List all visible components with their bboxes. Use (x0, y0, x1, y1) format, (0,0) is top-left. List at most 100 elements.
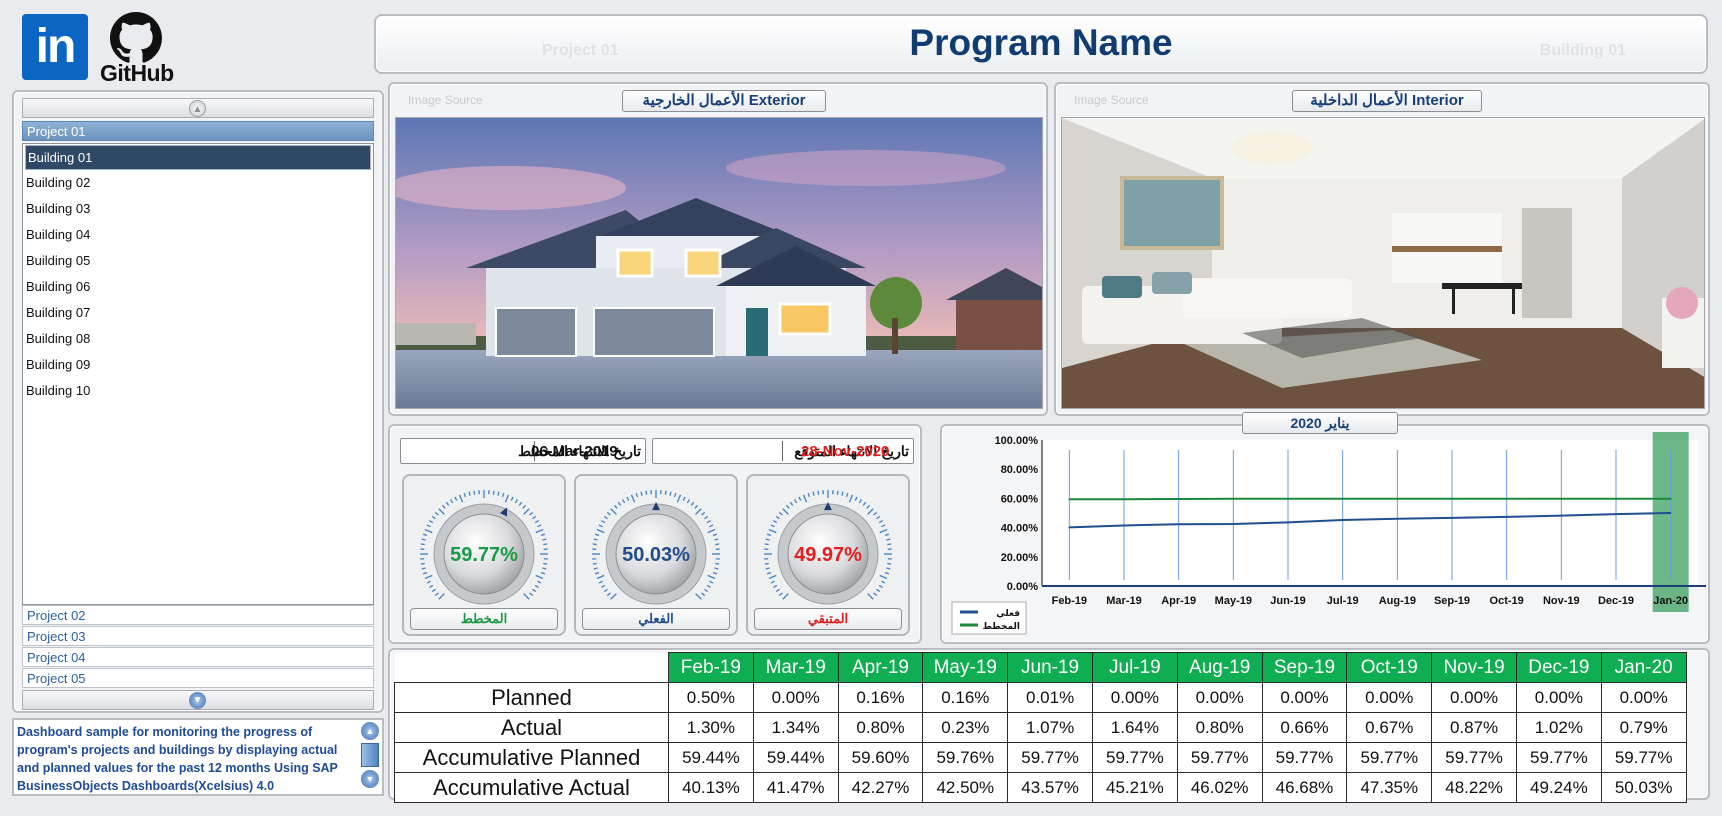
table-cell: 1.64% (1091, 712, 1178, 743)
building-list-item[interactable]: Building 06 (23, 274, 373, 300)
linkedin-logo[interactable]: in (22, 14, 88, 80)
table-cell: 59.44% (752, 742, 839, 773)
gauge-planned-label: المخطط (410, 608, 558, 630)
table-month-header: Oct-19 (1346, 652, 1433, 683)
data-point (1341, 519, 1344, 521)
building-list-item[interactable]: Building 10 (23, 378, 373, 404)
project-header[interactable]: Project 05 (22, 668, 374, 688)
scroll-down-button[interactable]: ▼ (22, 690, 374, 710)
table-cell: 59.77% (1091, 742, 1178, 773)
table-cell: 46.68% (1261, 772, 1348, 803)
table-row-label: Accumulative Actual (394, 772, 669, 803)
y-tick-label: 80.00% (1001, 464, 1039, 476)
table-month-header: Jun-19 (1007, 652, 1093, 683)
table-cell: 0.00% (1431, 682, 1517, 713)
x-tick-label: Nov-19 (1543, 595, 1580, 607)
gauge-actual-value: 50.03% (622, 544, 690, 566)
gauge-dial (420, 490, 548, 605)
table-corner (394, 652, 669, 683)
table-cell: 40.13% (668, 772, 754, 803)
data-point (1123, 524, 1125, 527)
table-cell: 0.87% (1431, 712, 1517, 743)
table-month-header: Feb-19 (668, 652, 754, 683)
project-header[interactable]: Project 02 (22, 605, 374, 625)
table-cell: 50.03% (1600, 772, 1687, 803)
table-row-label: Planned (394, 682, 669, 713)
x-tick-label: May-19 (1215, 595, 1252, 607)
table-cell: 0.80% (837, 712, 924, 743)
data-point (1505, 516, 1508, 518)
description-scrollbar[interactable]: ▲ ▼ (360, 722, 380, 792)
table-cell: 0.16% (837, 682, 924, 713)
building-list-item[interactable]: Building 02 (23, 170, 373, 196)
x-tick-label: Apr-19 (1161, 595, 1196, 607)
legend-label: المخطط (983, 622, 1020, 632)
project-header[interactable]: Project 03 (22, 626, 374, 646)
table-cell: 0.80% (1176, 712, 1263, 743)
table-row-label: Actual (394, 712, 669, 743)
data-point (1560, 497, 1563, 500)
github-logo[interactable]: GitHub (96, 10, 176, 86)
data-point (1451, 517, 1453, 519)
table-cell: 0.23% (922, 712, 1009, 743)
progress-line-chart: Feb-19 Mar-19 Apr-19 May-19 Jun-19 Jul-19 Aug-… (951, 432, 1706, 635)
data-point (1396, 518, 1399, 520)
table-cell: 45.21% (1091, 772, 1178, 803)
building-list-item[interactable]: Building 08 (23, 326, 373, 352)
building-list-item[interactable]: Building 07 (23, 300, 373, 326)
chevron-down-icon[interactable]: ▼ (361, 770, 379, 788)
progress-table-panel: Feb-19 Mar-19 Apr-19 May-19 Jun-19 Jul-19 Aug-… (388, 648, 1710, 803)
table-month-header: Mar-19 (752, 652, 839, 683)
chevron-up-icon[interactable]: ▲ (361, 722, 379, 740)
scroll-up-button[interactable]: ▲ (22, 98, 374, 118)
expected-date-value: 28-Nov-2020 (801, 443, 890, 460)
table-row: Planned 0.50% 0.00% 0.16% 0.16% 0.01% 0.00% 0.0… (394, 682, 1687, 713)
table-cell: 1.30% (668, 712, 754, 743)
table-month-header: Nov-19 (1431, 652, 1517, 683)
table-cell: 0.00% (752, 682, 839, 713)
table-row: Actual 1.30% 1.34% 0.80% 0.23% 1.07% 1.64% 0.80… (394, 712, 1687, 743)
x-tick-label: Sep-19 (1434, 595, 1470, 607)
table-cell: 47.35% (1346, 772, 1433, 803)
github-octocat-icon (110, 12, 162, 63)
chevron-up-icon: ▲ (189, 100, 206, 117)
building-list-item[interactable]: Building 05 (23, 248, 373, 274)
table-month-header: Jan-20 (1600, 652, 1687, 683)
data-point (1287, 521, 1289, 524)
data-point (1669, 497, 1672, 500)
table-cell: 46.02% (1176, 772, 1263, 803)
interior-panel: Image Source الأعمال الداخلية Interior (1054, 82, 1710, 416)
project-header[interactable]: Project 04 (22, 647, 374, 667)
table-cell: 1.02% (1515, 712, 1602, 743)
table-cell: 42.27% (837, 772, 924, 803)
image-source-link[interactable]: Image Source (1074, 93, 1149, 107)
data-point (1177, 523, 1180, 526)
data-point (1669, 512, 1672, 514)
gauge-planned-value: 59.77% (450, 544, 518, 566)
data-point (1396, 497, 1399, 500)
table-cell: 59.77% (1346, 742, 1433, 773)
table-cell: 0.50% (668, 682, 754, 713)
project-header-active[interactable]: Project 01 (22, 121, 374, 141)
table-cell: 43.57% (1007, 772, 1093, 803)
image-source-link[interactable]: Image Source (408, 93, 483, 107)
building-list-item[interactable]: Building 03 (23, 196, 373, 222)
planned-date-value: 06-Mar-2019 (531, 443, 618, 460)
data-point (1123, 498, 1125, 501)
table-cell: 0.01% (1007, 682, 1093, 713)
scrollbar-thumb[interactable] (361, 743, 379, 767)
page-title: Program Name (909, 22, 1173, 63)
building-list-item[interactable]: Building 09 (23, 352, 373, 378)
x-tick-label: Jun-19 (1270, 595, 1305, 607)
x-tick-label: Aug-19 (1379, 595, 1416, 607)
living-room-illustration (1062, 118, 1704, 408)
building-list-item[interactable]: Building 04 (23, 222, 373, 248)
y-tick-label: 20.00% (1001, 552, 1039, 564)
data-point (1560, 514, 1563, 517)
exterior-panel: Image Source الأعمال الخارجية Exterior (388, 82, 1048, 416)
table-cell: 0.00% (1176, 682, 1263, 713)
table-header-row: Feb-19 Mar-19 Apr-19 May-19 Jun-19 Jul-19 Aug-… (394, 652, 1687, 683)
table-cell: 0.00% (1261, 682, 1348, 713)
legend-label: فعلي (996, 609, 1020, 619)
building-list-item[interactable]: Building 01 (25, 145, 371, 170)
